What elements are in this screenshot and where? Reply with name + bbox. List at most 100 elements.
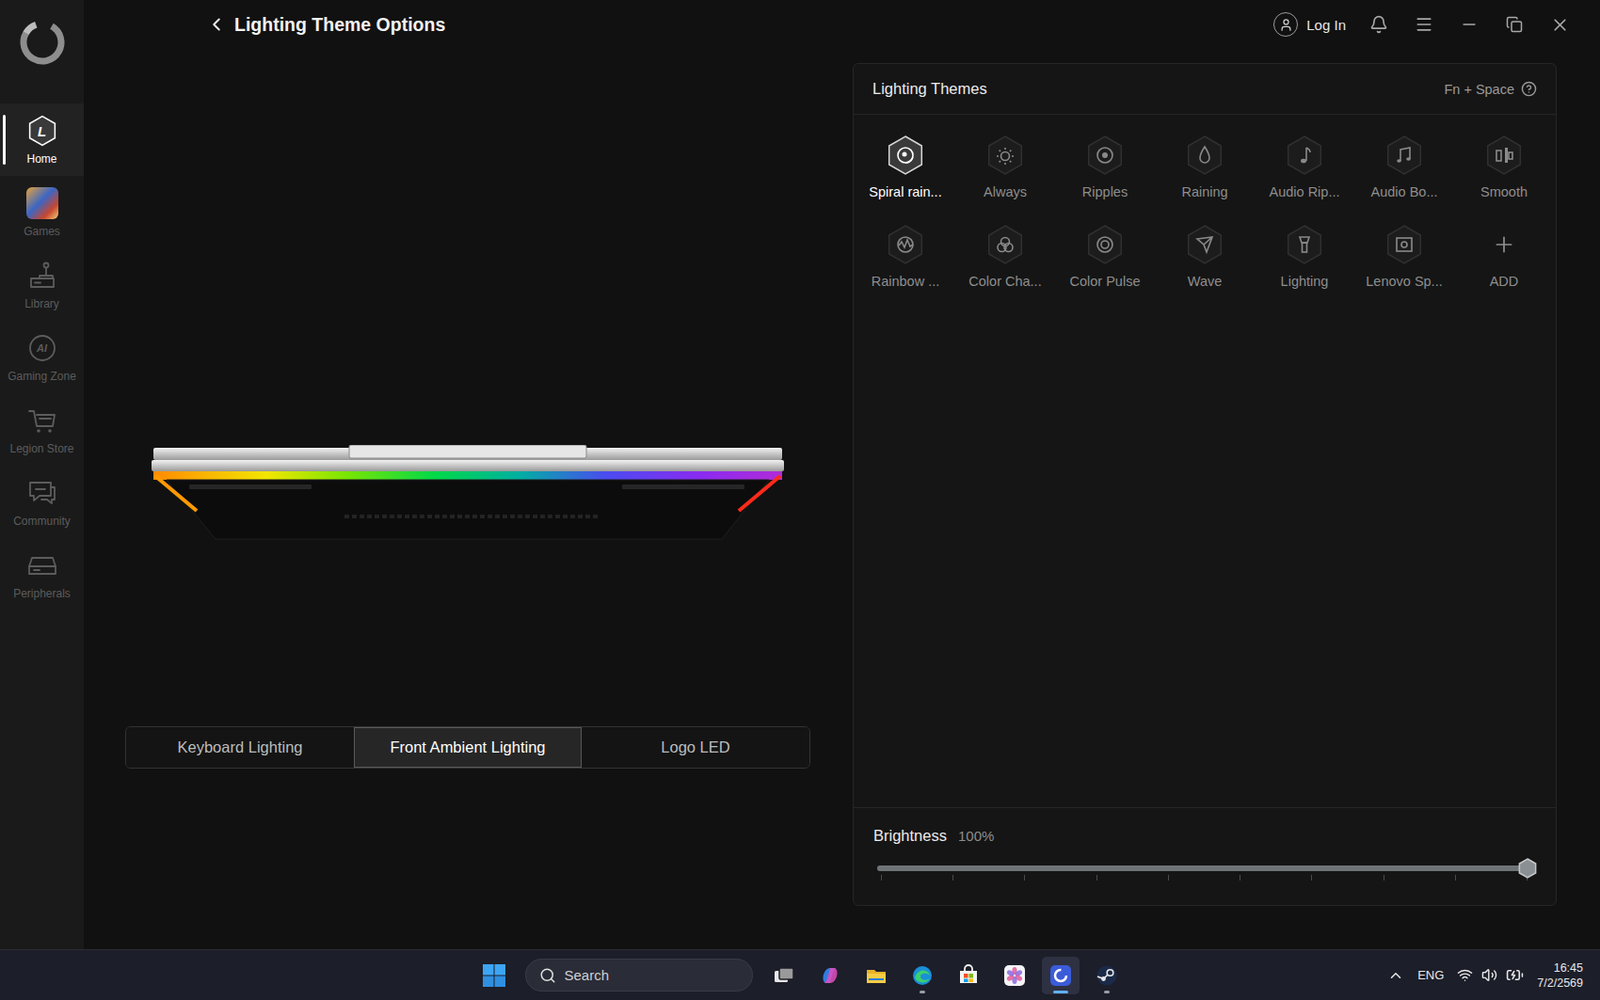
running-indicator: [1053, 991, 1069, 994]
sidebar-item[interactable]: Games: [0, 176, 84, 249]
theme-label: Rainbow ...: [871, 273, 941, 289]
input-language[interactable]: ENG: [1417, 968, 1444, 983]
theme-item[interactable]: Color Cha...: [955, 224, 1056, 314]
user-avatar: [1273, 12, 1298, 37]
theme-item[interactable]: Wave: [1154, 224, 1255, 314]
nav-icon-box: [25, 258, 60, 293]
flower-app-icon: [1003, 964, 1026, 988]
theme-icon: [1184, 134, 1226, 176]
sidebar-item-label: Library: [24, 297, 60, 311]
library-icon: [26, 259, 59, 292]
game-thumbnail: [26, 187, 59, 220]
theme-item[interactable]: Always: [955, 134, 1056, 224]
store-cart-icon: [26, 404, 59, 437]
taskbar-app[interactable]: [1041, 957, 1080, 995]
panel-title: Lighting Themes: [872, 80, 988, 98]
theme-icon: [984, 134, 1026, 176]
nav-icon-badge: L: [25, 113, 60, 148]
sidebar-item[interactable]: Library: [0, 248, 84, 321]
notifications-button[interactable]: [1366, 12, 1392, 37]
legion-logo-icon[interactable]: [16, 16, 68, 68]
theme-icon: [1283, 224, 1326, 266]
theme-item[interactable]: ADD: [1454, 224, 1554, 314]
theme-item[interactable]: Audio Bo...: [1354, 134, 1455, 224]
zone-tabs: Keyboard LightingFront Ambient LightingL…: [125, 726, 811, 769]
taskbar-app[interactable]: [811, 957, 849, 995]
zone-tab[interactable]: Logo LED: [581, 727, 810, 768]
slider-thumb[interactable]: [1517, 858, 1538, 880]
taskbar-app[interactable]: [949, 957, 988, 995]
brightness-head: Brightness100%: [873, 827, 1537, 846]
menu-button[interactable]: [1411, 12, 1437, 37]
top-right-controls: Log In: [1273, 12, 1572, 37]
theme-label: Always: [983, 184, 1027, 200]
restore-button[interactable]: [1502, 12, 1527, 37]
sidebar-item-label: Games: [23, 224, 61, 239]
back-arrow-icon: [206, 14, 227, 35]
running-indicator: [919, 991, 926, 994]
taskbar-app[interactable]: [765, 957, 803, 995]
lighting-themes-panel: Lighting Themes Fn + Space Spiral rain... A…: [852, 63, 1557, 907]
nav-icon-box: [25, 476, 60, 511]
taskbar-app[interactable]: [1088, 957, 1126, 995]
legion-space-window: LHome Games Library AI Gaming Zone Legion Sto…: [0, 0, 1600, 1000]
theme-icon: [1184, 224, 1226, 266]
sidebar-item[interactable]: Legion Store: [0, 393, 84, 466]
logo-box: [0, 0, 84, 104]
nav-icon-badge: AI: [25, 331, 60, 366]
brightness-reading: 100%: [958, 828, 994, 845]
taskbar: Search ENG 16:457/2/2569: [0, 949, 1600, 1000]
sidebar-item[interactable]: LHome: [0, 103, 84, 176]
microsoft-store-icon: [957, 964, 980, 988]
theme-label: Audio Rip...: [1269, 184, 1341, 200]
bell-icon: [1369, 15, 1389, 34]
sidebar-item-label: Community: [13, 514, 71, 528]
theme-icon: [1084, 134, 1126, 176]
legion-space-icon: [1049, 964, 1072, 988]
shortcut-hint: Fn + Space: [1443, 80, 1537, 97]
brightness-slider[interactable]: [877, 858, 1528, 885]
sidebar-item-label: Gaming Zone: [7, 369, 77, 384]
tray-icons[interactable]: [1456, 966, 1524, 985]
taskbar-app[interactable]: [995, 957, 1034, 995]
login-button[interactable]: Log In: [1273, 12, 1346, 37]
theme-item[interactable]: Rainbow ...: [855, 224, 956, 314]
peripherals-icon: [26, 549, 59, 582]
theme-item[interactable]: Lenovo Sp...: [1354, 224, 1455, 314]
zone-tab[interactable]: Keyboard Lighting: [126, 727, 354, 768]
sidebar-item[interactable]: AI Gaming Zone: [0, 320, 84, 394]
system-tray: ENG 16:457/2/2569: [1387, 961, 1587, 991]
zone-tab[interactable]: Front Ambient Lighting: [353, 727, 582, 768]
taskbar-apps: Search: [475, 957, 1126, 995]
slider-fill: [877, 865, 1528, 872]
tray-overflow-icon[interactable]: [1387, 967, 1405, 985]
steam-icon: [1095, 964, 1119, 988]
theme-item[interactable]: Ripples: [1055, 134, 1155, 224]
wifi-icon: [1456, 967, 1473, 984]
minimize-button[interactable]: [1456, 12, 1482, 37]
back-button[interactable]: [206, 14, 227, 35]
restore-icon: [1505, 16, 1523, 33]
theme-item[interactable]: Spiral rain...: [855, 134, 956, 224]
close-button[interactable]: [1547, 12, 1572, 37]
help-icon[interactable]: [1520, 80, 1537, 97]
theme-item[interactable]: Audio Rip...: [1254, 134, 1355, 224]
slider-tick: [1239, 875, 1241, 881]
theme-item[interactable]: Lighting: [1254, 224, 1355, 314]
clock[interactable]: 16:457/2/2569: [1536, 961, 1587, 991]
theme-item[interactable]: Color Pulse: [1055, 224, 1155, 314]
sidebar-item[interactable]: Community: [0, 465, 84, 539]
taskbar-app[interactable]: [857, 957, 896, 995]
login-label: Log In: [1306, 16, 1346, 33]
slider-track: [877, 865, 1528, 872]
plus-icon: [1491, 232, 1517, 257]
theme-item[interactable]: Raining: [1154, 134, 1255, 224]
theme-label: Color Pulse: [1070, 273, 1141, 289]
theme-label: Smooth: [1480, 184, 1528, 200]
taskbar-app[interactable]: [903, 957, 942, 995]
start-button[interactable]: [475, 957, 513, 995]
sidebar-item[interactable]: Peripherals: [0, 538, 84, 611]
taskbar-search[interactable]: Search: [525, 959, 753, 992]
close-icon: [1550, 15, 1570, 35]
theme-item[interactable]: Smooth: [1454, 134, 1554, 224]
